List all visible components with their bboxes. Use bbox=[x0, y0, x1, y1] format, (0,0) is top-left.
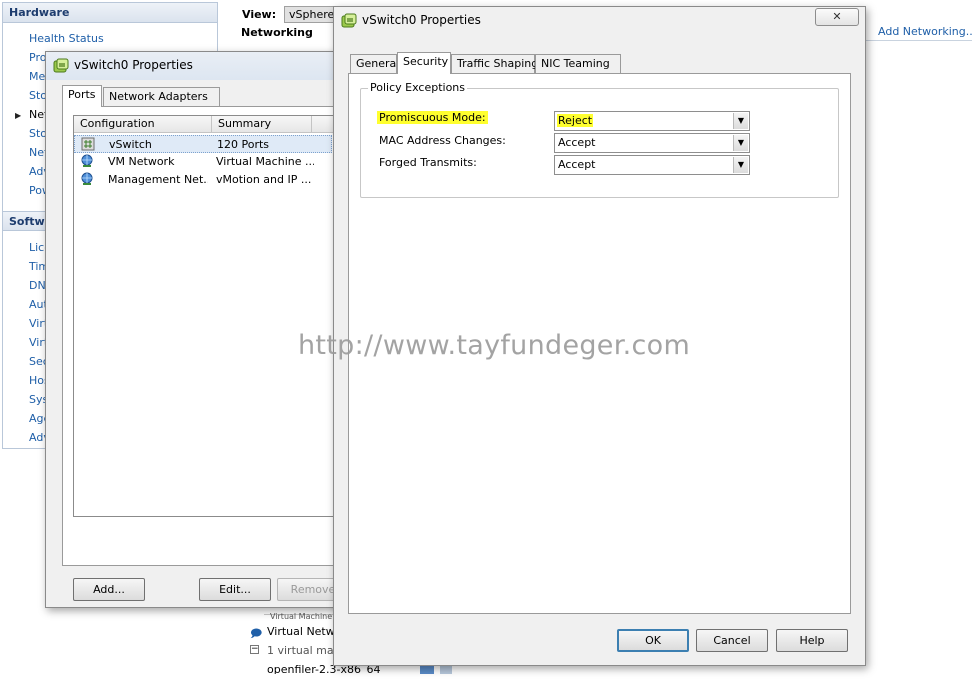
window-title-bar[interactable]: vSwitch0 Properties bbox=[334, 7, 865, 35]
add-button[interactable]: Add... bbox=[73, 578, 145, 601]
comment-icon: 🗩 bbox=[250, 627, 263, 640]
view-selector[interactable]: vSphere bbox=[284, 6, 336, 23]
table-row[interactable]: Management Net... vMotion and IP ... bbox=[74, 171, 332, 189]
mac-address-changes-select[interactable]: Accept ▼ bbox=[554, 133, 750, 153]
chevron-down-icon[interactable]: ▼ bbox=[733, 113, 748, 129]
column-header-configuration[interactable]: Configuration bbox=[74, 116, 212, 133]
forged-transmits-label: Forged Transmits: bbox=[379, 156, 477, 169]
promiscuous-mode-select[interactable]: Reject ▼ bbox=[554, 111, 750, 131]
window-title-bar[interactable]: vSwitch0 Properties bbox=[46, 52, 344, 80]
mac-address-changes-value: Accept bbox=[558, 136, 596, 149]
window-title: vSwitch0 Properties bbox=[362, 13, 481, 27]
tab-nic-teaming[interactable]: NIC Teaming bbox=[535, 54, 621, 73]
row-summary: Virtual Machine ... bbox=[216, 155, 314, 168]
tab-ports[interactable]: Ports bbox=[62, 85, 102, 107]
close-icon[interactable]: ✕ bbox=[815, 8, 859, 26]
ports-list[interactable]: Configuration Summary vSwitch 120 Ports … bbox=[73, 115, 354, 517]
view-label: View: bbox=[242, 8, 277, 21]
vm-network-name: Virtual Netw bbox=[267, 625, 333, 638]
tab-general[interactable]: General bbox=[350, 54, 399, 73]
tab-bar: Ports Network Adapters bbox=[62, 85, 342, 107]
help-button[interactable]: Help bbox=[776, 629, 848, 652]
edit-button[interactable]: Edit... bbox=[199, 578, 271, 601]
window-title: vSwitch0 Properties bbox=[74, 58, 193, 72]
group-title: Policy Exceptions bbox=[368, 81, 468, 94]
hardware-heading: Hardware bbox=[3, 3, 217, 23]
vm-count: 1 virtual mac bbox=[267, 644, 333, 657]
tab-traffic-shaping[interactable]: Traffic Shaping bbox=[451, 54, 538, 73]
vm-group-label: Virtual Machine bbox=[270, 612, 333, 621]
selected-arrow-icon: ▶ bbox=[15, 111, 22, 120]
promiscuous-mode-label: Promiscuous Mode: bbox=[377, 111, 488, 124]
table-row[interactable]: VM Network Virtual Machine ... bbox=[74, 153, 332, 171]
column-header-summary[interactable]: Summary bbox=[212, 116, 312, 133]
vswitch-icon bbox=[81, 137, 95, 151]
vswitch-icon bbox=[53, 58, 69, 73]
vswitch-icon bbox=[341, 13, 357, 28]
link-health-status[interactable]: Health Status bbox=[29, 32, 104, 45]
forged-transmits-select[interactable]: Accept ▼ bbox=[554, 155, 750, 175]
row-config: VM Network bbox=[108, 155, 175, 168]
forged-transmits-value: Accept bbox=[558, 158, 596, 171]
row-config: vSwitch bbox=[109, 138, 152, 151]
add-networking-link[interactable]: Add Networking... bbox=[878, 25, 972, 38]
chevron-down-icon[interactable]: ▼ bbox=[733, 135, 748, 151]
tab-bar: General Security Traffic Shaping NIC Tea… bbox=[350, 52, 850, 74]
mac-address-changes-label: MAC Address Changes: bbox=[379, 134, 506, 147]
row-summary: 120 Ports bbox=[217, 138, 270, 151]
ok-button[interactable]: OK bbox=[617, 629, 689, 652]
globe-network-icon bbox=[81, 154, 93, 167]
tab-network-adapters[interactable]: Network Adapters bbox=[103, 87, 220, 106]
watermark-text: http://www.tayfundeger.com bbox=[298, 330, 691, 361]
collapse-icon[interactable]: − bbox=[250, 645, 259, 654]
promiscuous-mode-value: Reject bbox=[557, 114, 594, 127]
table-row[interactable]: vSwitch 120 Ports bbox=[74, 135, 332, 153]
row-summary: vMotion and IP ... bbox=[216, 173, 312, 186]
policy-exceptions-group: Policy Exceptions Promiscuous Mode: Reje… bbox=[360, 81, 839, 198]
link-processors[interactable]: Pro bbox=[29, 51, 46, 64]
cancel-button[interactable]: Cancel bbox=[696, 629, 768, 652]
tab-security[interactable]: Security bbox=[397, 52, 451, 74]
row-config: Management Net... bbox=[108, 173, 208, 186]
globe-network-icon bbox=[81, 172, 93, 185]
networking-heading: Networking bbox=[241, 26, 313, 39]
chevron-down-icon[interactable]: ▼ bbox=[733, 157, 748, 173]
